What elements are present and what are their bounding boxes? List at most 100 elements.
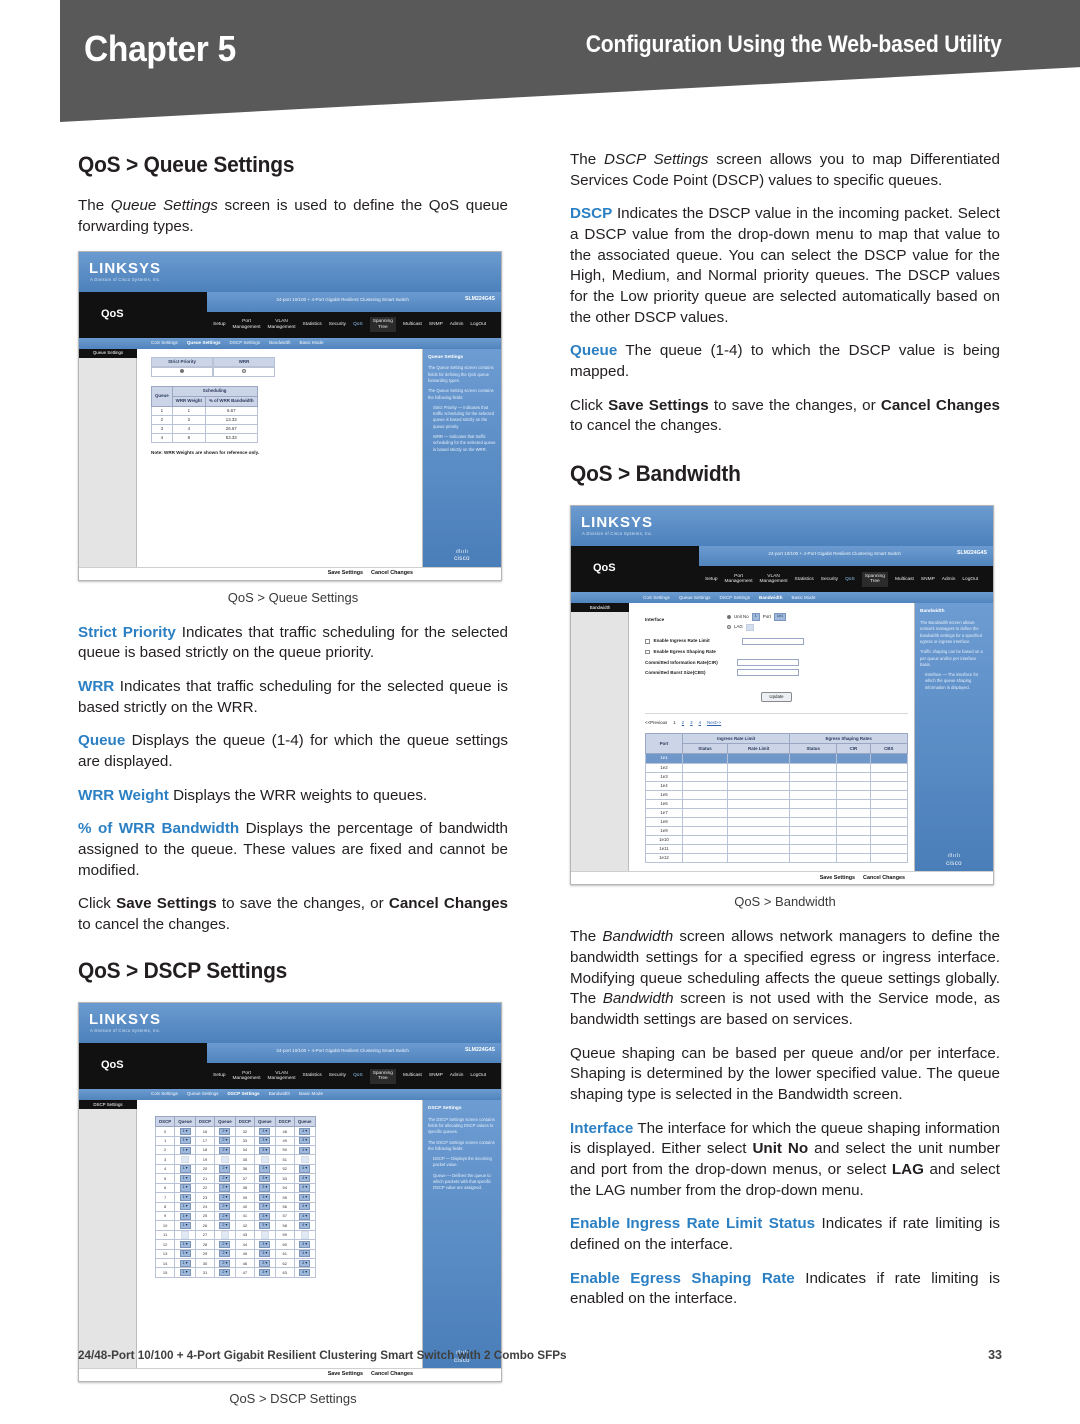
cell-queue-select[interactable]: 1 ▾ [174,1163,196,1175]
queue-dropdown[interactable]: 2 ▾ [219,1184,231,1192]
nav-item-qos[interactable]: QoS [353,322,363,328]
table-row[interactable]: 1e2 [645,762,909,773]
table-row[interactable]: 1e12 [645,853,909,864]
cell-queue-select[interactable]: 3 ▾ [253,1248,276,1260]
nav-item-setup[interactable]: Setup [213,322,226,328]
cell-queue-select[interactable]: 2 ▾ [214,1182,236,1194]
nav-item-port-management[interactable]: Port Management [725,574,753,585]
table-row[interactable]: 1e7 [645,807,909,818]
nav-item-spanning-tree[interactable]: Spanning Tree [861,571,888,587]
nav-item-statistics[interactable]: Statistics [303,322,322,328]
cell-queue-select[interactable]: 3 ▾ [253,1220,276,1231]
cell-queue-select[interactable]: 4 ▾ [293,1173,316,1184]
queue-dropdown[interactable]: 4 ▾ [299,1212,311,1220]
left-pane-tab[interactable]: DSCP Settings [79,1100,137,1110]
queue-dropdown[interactable]: 2 ▾ [219,1212,231,1220]
unit-no-radio[interactable] [727,615,731,620]
subnav-dscp-settings[interactable]: DSCP Settings [719,595,750,601]
cell-queue-select[interactable]: 2 ▾ [214,1173,236,1184]
queue-dropdown[interactable]: 2 ▾ [219,1250,231,1258]
nav-item-qos[interactable]: QoS [353,1073,363,1079]
nav-item-admin[interactable]: Admin [942,577,956,583]
nav-item-snmp[interactable]: SNMP [921,577,935,583]
save-settings-button[interactable]: Save Settings [820,875,855,882]
ingress-rate-limit-input[interactable] [741,637,804,645]
sub-nav-bar[interactable]: CoS Settings Queue Settings DSCP Setting… [571,592,993,604]
queue-dropdown[interactable] [260,1231,269,1239]
table-row[interactable]: 1e8 [645,816,909,828]
queue-dropdown[interactable]: 3 ▾ [259,1165,271,1173]
table-row[interactable]: 1e1 [645,753,909,764]
cell-queue-select[interactable]: 4 ▾ [293,1220,316,1231]
cell-queue-select[interactable]: 1 ▾ [174,1182,196,1194]
cell-queue-select[interactable]: 2 ▾ [214,1210,236,1222]
queue-dropdown[interactable]: 4 ▾ [299,1127,311,1135]
pager-page-1[interactable]: 1 [673,720,675,726]
nav-item-logout[interactable]: LogOut [962,577,978,583]
queue-dropdown[interactable] [300,1231,309,1239]
wrr-radio-cell[interactable] [213,366,275,377]
cell-queue-select[interactable] [293,1154,316,1165]
queue-dropdown[interactable]: 1 ▾ [179,1250,191,1258]
nav-item-vlan-management[interactable]: VLAN Management [268,319,296,330]
ui-footer-actions[interactable]: Save Settings Cancel Changes [571,871,993,885]
subnav-cos-settings[interactable]: CoS Settings [151,340,178,346]
queue-dropdown[interactable]: 4 ▾ [299,1165,311,1173]
cir-input[interactable] [737,659,799,667]
queue-dropdown[interactable]: 4 ▾ [299,1203,311,1211]
nav-item-statistics[interactable]: Statistics [795,577,814,583]
radio-icon[interactable] [242,368,246,373]
table-row[interactable]: 1e5 [645,789,909,800]
queue-dropdown[interactable]: 2 ▾ [219,1165,231,1173]
radio-icon[interactable] [180,368,184,373]
cell-queue-select[interactable]: 4 ▾ [293,1239,316,1250]
cell-queue-select[interactable]: 1 ▾ [174,1144,196,1156]
queue-dropdown[interactable] [220,1156,229,1164]
sub-nav-bar[interactable]: CoS Settings Queue Settings DSCP Setting… [79,337,501,349]
cell-queue-select[interactable]: 2 ▾ [214,1258,236,1269]
queue-dropdown[interactable]: 2 ▾ [219,1127,231,1135]
cell-queue-select[interactable]: 4 ▾ [293,1126,316,1137]
cell-queue-select[interactable]: 3 ▾ [253,1267,276,1278]
left-pane-tab[interactable]: Queue Settings [79,348,137,358]
cell-queue-select[interactable]: 3 ▾ [253,1182,276,1194]
queue-dropdown[interactable] [180,1231,190,1239]
cell-queue-select[interactable]: 1 ▾ [174,1258,196,1269]
queue-dropdown[interactable]: 3 ▾ [259,1250,271,1258]
nav-item-security[interactable]: Security [329,322,346,328]
queue-dropdown[interactable]: 4 ▾ [299,1137,311,1145]
subnav-dscp-settings[interactable]: DSCP Settings [230,340,261,346]
cell-queue-select[interactable]: 4 ▾ [293,1182,316,1194]
queue-dropdown[interactable]: 2 ▾ [219,1146,231,1154]
queue-dropdown[interactable] [300,1156,309,1164]
subnav-dscp-settings[interactable]: DSCP Settings [227,1091,259,1097]
cell-queue-select[interactable] [253,1154,276,1165]
subnav-bandwidth[interactable]: Bandwidth [759,595,782,601]
left-pane-tab[interactable]: Bandwidth [571,603,629,613]
nav-item-admin[interactable]: Admin [450,322,464,328]
nav-item-security[interactable]: Security [821,577,838,583]
sub-nav-bar[interactable]: CoS Settings Queue Settings DSCP Setting… [79,1089,501,1101]
port-select[interactable]: 1e1 [773,613,787,621]
subnav-queue-settings[interactable]: Queue Settings [187,1091,219,1097]
cancel-changes-button[interactable]: Cancel Changes [371,1371,413,1378]
nav-item-setup[interactable]: Setup [705,577,718,583]
cell-queue-select[interactable]: 3 ▾ [253,1144,276,1156]
cell-queue-select[interactable]: 3 ▾ [253,1192,276,1203]
queue-dropdown[interactable]: 2 ▾ [219,1174,231,1183]
queue-dropdown[interactable]: 1 ▾ [179,1137,191,1145]
queue-dropdown[interactable] [180,1156,190,1164]
cell-queue-select[interactable]: 1 ▾ [174,1201,196,1212]
cell-queue-select[interactable]: 4 ▾ [293,1267,316,1278]
cell-queue-select[interactable]: 1 ▾ [174,1248,196,1260]
queue-dropdown[interactable]: 4 ▾ [299,1184,311,1192]
cell-queue-select[interactable]: 4 ▾ [293,1258,316,1269]
queue-dropdown[interactable] [260,1156,269,1164]
cell-queue-select[interactable]: 3 ▾ [253,1258,276,1269]
cell-queue-select[interactable]: 1 ▾ [174,1192,196,1203]
queue-dropdown[interactable]: 1 ▾ [179,1203,191,1211]
pager-page-3[interactable]: 3 [690,720,692,726]
table-row[interactable]: 1e10 [645,835,909,846]
queue-dropdown[interactable]: 1 ▾ [179,1165,191,1173]
queue-dropdown[interactable]: 4 ▾ [299,1193,311,1201]
